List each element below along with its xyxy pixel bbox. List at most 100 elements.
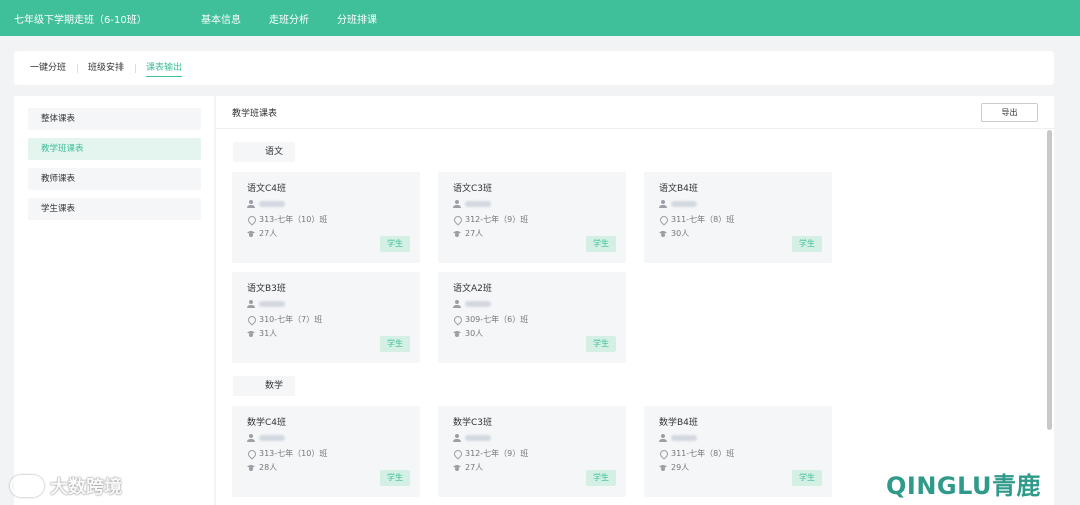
user-icon xyxy=(453,434,461,442)
student-count: 31人 xyxy=(259,329,278,338)
room-text: 311-七年（8）班 xyxy=(671,215,735,224)
room-row: 309-七年（6）班 xyxy=(453,314,528,325)
teacher-name-blurred xyxy=(465,201,491,207)
location-icon xyxy=(247,450,255,458)
user-icon xyxy=(453,200,461,208)
class-card[interactable]: 语文B4班 311-七年（8）班 30人 学生 xyxy=(644,172,832,263)
room-row: 310-七年（7）班 xyxy=(247,314,322,325)
class-card[interactable]: 语文A2班 309-七年（6）班 30人 学生 xyxy=(438,272,626,363)
graduation-cap-icon xyxy=(247,330,255,338)
sub-tab-bar: 一键分班 班级安排 课表输出 xyxy=(14,51,1054,85)
app-title: 七年级下学期走班（6-10班） xyxy=(14,14,147,26)
students-button[interactable]: 学生 xyxy=(792,236,822,252)
user-icon xyxy=(659,434,667,442)
teacher-row xyxy=(453,200,491,208)
count-row: 31人 xyxy=(247,328,277,339)
room-text: 312-七年（9）班 xyxy=(465,449,529,458)
teacher-row xyxy=(453,300,491,308)
count-row: 30人 xyxy=(453,328,483,339)
tab-class-arrange[interactable]: 班级安排 xyxy=(77,51,135,85)
teacher-name-blurred xyxy=(465,301,491,307)
teacher-row xyxy=(247,200,285,208)
location-icon xyxy=(247,316,255,324)
teacher-name-blurred xyxy=(671,201,697,207)
sidebar-item-student[interactable]: 学生课表 xyxy=(28,198,201,220)
students-button[interactable]: 学生 xyxy=(586,470,616,486)
nav-class-analysis[interactable]: 走班分析 xyxy=(269,11,309,26)
student-count: 28人 xyxy=(259,463,278,472)
watermark-left: 大数跨境 xyxy=(10,473,122,499)
room-text: 309-七年（6）班 xyxy=(465,315,529,324)
graduation-cap-icon xyxy=(453,230,461,238)
graduation-cap-icon xyxy=(247,230,255,238)
class-name: 语文C3班 xyxy=(453,184,493,194)
graduation-cap-icon xyxy=(659,464,667,472)
watermark-right: QINGLU青鹿 xyxy=(886,472,1042,500)
room-row: 313-七年（10）班 xyxy=(247,448,327,459)
main-header: 教学班课表 导出 xyxy=(216,96,1054,129)
user-icon xyxy=(247,434,255,442)
tab-one-click-split[interactable]: 一键分班 xyxy=(30,51,77,85)
teacher-row xyxy=(659,200,697,208)
graduation-cap-icon xyxy=(453,464,461,472)
tab-schedule-output[interactable]: 课表输出 xyxy=(135,51,193,85)
students-button[interactable]: 学生 xyxy=(586,336,616,352)
user-icon xyxy=(659,200,667,208)
page-title: 教学班课表 xyxy=(232,108,278,119)
count-row: 30人 xyxy=(659,228,689,239)
teacher-row xyxy=(247,434,285,442)
class-card[interactable]: 数学C4班 313-七年（10）班 28人 学生 xyxy=(232,406,420,497)
class-card[interactable]: 数学C3班 312-七年（9）班 27人 学生 xyxy=(438,406,626,497)
graduation-cap-icon xyxy=(659,230,667,238)
count-row: 27人 xyxy=(247,228,277,239)
location-icon xyxy=(659,216,667,224)
main-panel: 教学班课表 导出 语文 数学 语文C4班 313-七年（10）班 27人 学生 … xyxy=(216,96,1054,505)
class-card[interactable]: 数学B4班 311-七年（8）班 29人 学生 xyxy=(644,406,832,497)
nav-scheduling[interactable]: 分班排课 xyxy=(337,11,377,26)
students-button[interactable]: 学生 xyxy=(380,470,410,486)
students-button[interactable]: 学生 xyxy=(586,236,616,252)
teacher-name-blurred xyxy=(259,435,285,441)
sidebar-item-teacher[interactable]: 教师课表 xyxy=(28,168,201,190)
class-name: 语文A2班 xyxy=(453,284,492,294)
graduation-cap-icon xyxy=(247,464,255,472)
scrollbar[interactable] xyxy=(1047,130,1052,430)
location-icon xyxy=(659,450,667,458)
student-count: 30人 xyxy=(671,229,690,238)
sidebar-item-overall[interactable]: 整体课表 xyxy=(28,108,201,130)
location-icon xyxy=(247,216,255,224)
location-icon xyxy=(453,316,461,324)
teacher-name-blurred xyxy=(259,201,285,207)
room-text: 311-七年（8）班 xyxy=(671,449,735,458)
class-name: 语文B4班 xyxy=(659,184,698,194)
sidebar: 整体课表 教学班课表 教师课表 学生课表 xyxy=(14,96,214,505)
graduation-cap-icon xyxy=(453,330,461,338)
class-name: 数学B4班 xyxy=(659,418,698,428)
watermark-left-text: 大数跨境 xyxy=(50,477,122,498)
room-text: 313-七年（10）班 xyxy=(259,215,328,224)
class-name: 数学C4班 xyxy=(247,418,287,428)
subject-label: 语文 xyxy=(233,142,295,162)
class-card[interactable]: 语文C3班 312-七年（9）班 27人 学生 xyxy=(438,172,626,263)
student-count: 27人 xyxy=(465,463,484,472)
teacher-row xyxy=(659,434,697,442)
teacher-name-blurred xyxy=(465,435,491,441)
export-button[interactable]: 导出 xyxy=(981,103,1038,122)
count-row: 27人 xyxy=(453,462,483,473)
class-card[interactable]: 语文C4班 313-七年（10）班 27人 学生 xyxy=(232,172,420,263)
location-icon xyxy=(453,450,461,458)
class-name: 语文B3班 xyxy=(247,284,286,294)
students-button[interactable]: 学生 xyxy=(792,470,822,486)
user-icon xyxy=(453,300,461,308)
nav-basic-info[interactable]: 基本信息 xyxy=(201,11,241,26)
class-card[interactable]: 语文B3班 310-七年（7）班 31人 学生 xyxy=(232,272,420,363)
sidebar-item-teaching-class[interactable]: 教学班课表 xyxy=(28,138,201,160)
class-name: 数学C3班 xyxy=(453,418,493,428)
class-name: 语文C4班 xyxy=(247,184,287,194)
top-nav: 基本信息 走班分析 分班排课 xyxy=(201,11,405,26)
students-button[interactable]: 学生 xyxy=(380,336,410,352)
watermark-logo-icon xyxy=(10,475,44,497)
room-row: 313-七年（10）班 xyxy=(247,214,327,225)
teacher-row xyxy=(453,434,491,442)
students-button[interactable]: 学生 xyxy=(380,236,410,252)
